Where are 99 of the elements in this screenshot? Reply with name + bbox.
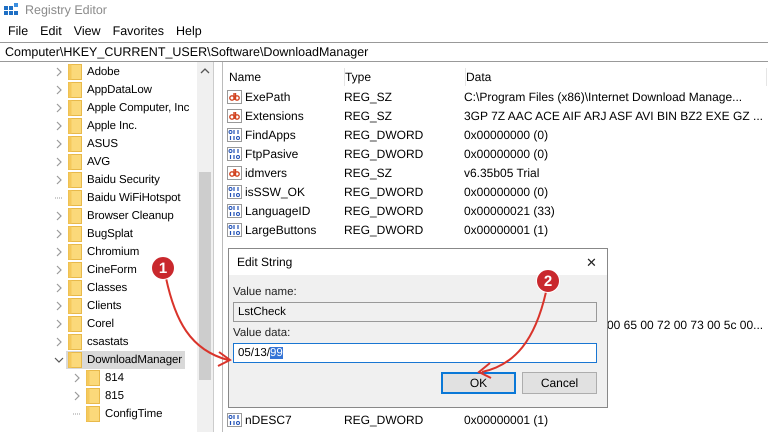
tree-item[interactable]: Chromium [66,243,142,261]
value-name[interactable]: ExePath [245,90,290,104]
registry-cubes-icon [3,2,19,18]
menu-item[interactable]: Favorites [106,24,170,38]
folder-icon [68,136,82,152]
value-data: 0x00000000 (0) [464,128,550,142]
string-value-icon [227,90,242,104]
value-type: REG_DWORD [344,412,424,426]
tree-item[interactable]: ConfigTime [84,405,166,423]
binary-value-icon [227,222,242,236]
binary-value-icon [227,412,242,426]
folder-icon [68,190,82,206]
string-value-icon [227,108,242,122]
menu-item[interactable]: File [2,24,34,38]
field-label: Value name: [233,286,298,298]
tree-item[interactable]: Clients [66,297,124,315]
folder-icon [68,208,82,224]
value-data: 0x00000000 (0) [464,184,550,198]
folder-icon [68,262,82,278]
column-header[interactable]: Name [223,68,345,86]
folder-icon [68,352,82,368]
binary-value-icon [227,128,242,142]
menu-item[interactable]: Help [170,24,208,38]
string-value-icon [227,166,242,180]
value-name-field[interactable]: LstCheck [233,302,597,322]
value-data: C:\Program Files (x86)\Internet Download Manage... [464,90,744,104]
scrollbar[interactable] [197,62,213,432]
tree-item[interactable]: Browser Cleanup [66,207,177,225]
value-name[interactable]: LanguageID [245,204,310,218]
value-name[interactable]: LargeButtons [245,222,316,236]
folder-icon [86,388,100,404]
tree-item[interactable]: DownloadManager [66,351,186,369]
folder-icon [68,82,82,98]
value-name[interactable]: FindApps [245,128,296,142]
folder-icon [68,64,82,80]
binary-value-icon [227,204,242,218]
menu-item[interactable]: View [68,24,107,38]
tree-item[interactable]: Classes [66,279,130,297]
value-type: REG_DWORD [344,128,424,142]
folder-icon [86,370,100,386]
folder-icon [68,316,82,332]
tree-item[interactable]: Apple Inc. [66,117,140,135]
tree-item[interactable]: Baidu WiFiHotspot [66,189,184,207]
folder-icon [68,226,82,242]
value-data: 3GP 7Z AAC ACE AIF ARJ ASF AVI BIN BZ2 EXE GZ ... [464,108,764,122]
value-type: REG_SZ [344,90,394,104]
close-button[interactable]: ✕ [586,254,597,270]
value-name[interactable]: nDESC7 [245,412,292,426]
value-type: REG_DWORD [344,184,424,198]
tree-item[interactable]: csastats [66,333,132,351]
column-header[interactable]: Type [345,68,466,86]
value-data-field[interactable]: 05/13/99 [233,343,597,363]
value-name[interactable]: FtpPasive [245,146,298,160]
tree-item[interactable]: ASUS [66,135,121,153]
value-type: REG_DWORD [344,146,424,160]
cancel-button[interactable]: Cancel [522,372,597,394]
value-data: v6.35b05 Trial [464,166,540,180]
tree-item[interactable]: Corel [66,315,117,333]
address-field[interactable]: Computer\HKEY_CURRENT_USER\Software\DownloadManager [0,42,768,62]
folder-icon [68,244,82,260]
window-title: Registry Editor [25,3,107,17]
binary-value-icon [227,184,242,198]
value-type: REG_DWORD [344,204,424,218]
folder-icon [68,100,82,116]
folder-icon [68,172,82,188]
value-type: REG_SZ [344,108,394,122]
folder-icon [68,280,82,296]
value-type: REG_DWORD [344,222,424,236]
field-label: Value data: [233,327,292,339]
step-number-badge: 1 [151,256,175,280]
folder-icon [86,406,100,422]
folder-icon [68,118,82,134]
tree-item[interactable]: Apple Computer, Inc [66,99,192,117]
value-type: REG_SZ [344,166,394,180]
tree-item[interactable]: CineForm [66,261,140,279]
tree-item[interactable]: BugSplat [66,225,136,243]
dialog-title: Edit String [237,255,292,269]
value-name[interactable]: isSSW_OK [245,184,306,198]
binary-value-icon [227,146,242,160]
tree-item[interactable]: 815 [84,387,127,405]
ok-button[interactable]: OK [441,372,516,394]
tree-item[interactable]: AppDataLow [66,81,155,99]
value-name[interactable]: idmvers [245,166,288,180]
menu-item[interactable]: Edit [34,24,68,38]
folder-icon [68,154,82,170]
tree-item[interactable]: Baidu Security [66,171,163,189]
value-data: 0x00000021 (33) [464,204,556,218]
tree-item[interactable]: 814 [84,369,127,387]
column-header[interactable]: Data [466,68,767,86]
scrollbar-thumb[interactable] [199,172,211,380]
value-data: 0x00000001 (1) [464,412,550,426]
tree-item[interactable]: AVG [66,153,114,171]
folder-icon [68,298,82,314]
value-name[interactable]: Extensions [245,108,304,122]
tree-item[interactable]: Adobe [66,63,123,81]
folder-icon [68,334,82,350]
value-data: 0x00000001 (1) [464,222,550,236]
value-data: 0x00000000 (0) [464,146,550,160]
scroll-up-icon [200,68,210,74]
